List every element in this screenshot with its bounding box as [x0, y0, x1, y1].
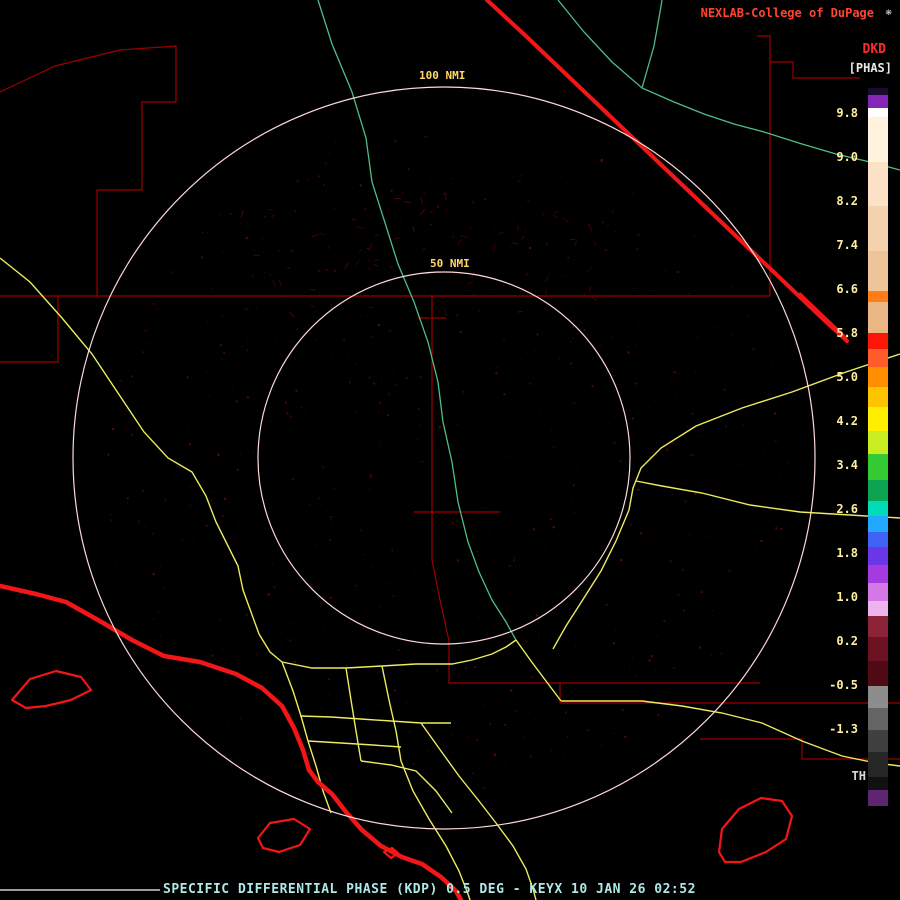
colorbar-segment	[868, 752, 888, 778]
colorbar-segment	[868, 108, 888, 117]
threshold-label: TH	[851, 769, 866, 783]
radar-display: 100 NMI 50 NMI NEXLAB-College of DuPage …	[0, 0, 900, 900]
radar-echo-speckles	[101, 121, 790, 790]
colorbar-segment	[868, 206, 888, 251]
colorbar-segment	[868, 565, 888, 584]
range-ring-label-100nmi: 100 NMI	[416, 69, 469, 82]
product-status-text: SPECIFIC DIFFERENTIAL PHASE (KDP) 0.5 DE…	[163, 882, 696, 897]
colorbar-segment	[868, 777, 888, 791]
colorbar-segment	[868, 366, 888, 387]
colorbar-segment	[868, 348, 888, 367]
product-code-label: DKD	[862, 42, 886, 57]
colorbar-segment	[868, 94, 888, 109]
colorbar-segment	[868, 116, 888, 162]
colorbar-segment	[868, 333, 888, 349]
colorbar-segment	[868, 730, 888, 753]
colorbar-segment	[868, 685, 888, 708]
radar-map	[0, 0, 900, 900]
colorbar-segment	[868, 302, 888, 334]
product-units-label: [PHAS]	[848, 61, 892, 75]
major-road-coastline	[0, 0, 849, 900]
colorbar-segment	[868, 636, 888, 662]
colorbar-segment	[868, 516, 888, 532]
range-ring-label-50nmi: 50 NMI	[427, 257, 473, 270]
site-credit: NEXLAB-College of DuPage	[700, 6, 874, 20]
status-divider	[0, 889, 160, 891]
colorbar-segment	[868, 406, 888, 432]
colorbar-segment	[868, 600, 888, 617]
colorbar-segment	[868, 88, 888, 95]
colorbar-segment	[868, 453, 888, 481]
colorbar-segment	[868, 583, 888, 601]
colorbar-segment	[868, 616, 888, 637]
colorbar-segment	[868, 661, 888, 686]
colorbar-segment	[868, 790, 888, 806]
cod-logo-icon: ❋	[885, 5, 892, 18]
colorbar-segment	[868, 707, 888, 731]
colorbar-segment	[868, 290, 888, 303]
colorbar-segment	[868, 250, 888, 291]
range-rings	[72, 86, 816, 830]
colorbar	[868, 88, 888, 806]
colorbar-segment	[868, 531, 888, 548]
colorbar-segment	[868, 161, 888, 207]
colorbar-segment	[868, 500, 888, 517]
highway-lines	[0, 257, 900, 900]
island-outlines	[10, 669, 794, 864]
colorbar-segment	[868, 480, 888, 501]
colorbar-segment	[868, 547, 888, 566]
colorbar-segment	[868, 431, 888, 454]
colorbar-segment	[868, 386, 888, 407]
county-boundary-lines	[0, 35, 900, 760]
